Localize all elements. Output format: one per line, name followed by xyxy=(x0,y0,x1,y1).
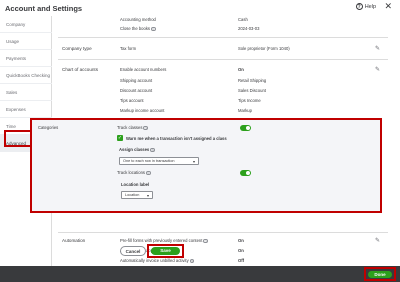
done-highlight-box: Done xyxy=(364,267,396,281)
chart-of-accounts-title: Chart of accounts xyxy=(62,67,99,72)
cancel-button[interactable]: Cancel xyxy=(120,246,146,256)
help-link[interactable]: ? Help xyxy=(355,3,376,10)
info-icon: ? xyxy=(189,258,195,264)
save-highlight-box: Save xyxy=(147,244,184,258)
automation-row-value: On xyxy=(238,248,244,253)
chevron-down-icon: ▾ xyxy=(192,159,195,164)
dialog-footer: Done xyxy=(0,266,400,282)
done-button[interactable]: Done xyxy=(368,270,392,278)
close-books-value: 2024-03-03 xyxy=(238,26,260,31)
coa-row-value: Tips Income xyxy=(238,98,261,103)
close-books-label: Close the books? xyxy=(120,26,156,32)
track-locations-label: Track locations? xyxy=(117,170,151,176)
tax-form-label: Tax form xyxy=(120,46,137,51)
edit-automation-icon[interactable]: ✎ xyxy=(375,237,380,244)
company-type-title: Company type xyxy=(62,46,92,51)
tax-form-value: Sole proprietor (Form 1040) xyxy=(238,46,290,51)
help-label: Help xyxy=(364,3,376,10)
edit-company-type-icon[interactable]: ✎ xyxy=(375,45,380,52)
divider xyxy=(58,59,388,60)
location-label-value: Location xyxy=(125,193,140,197)
info-icon: ? xyxy=(203,238,208,244)
coa-row-value: Sales Discount xyxy=(238,88,266,93)
assign-classes-select[interactable]: One to each row in transaction ▾ xyxy=(119,157,199,165)
coa-row-value: On xyxy=(238,67,244,72)
automation-row-value: On xyxy=(238,238,244,243)
divider xyxy=(58,232,388,233)
info-icon: ? xyxy=(151,26,156,32)
info-icon: ? xyxy=(150,147,155,153)
info-icon: ? xyxy=(146,170,151,176)
track-classes-toggle[interactable] xyxy=(240,125,251,131)
assign-classes-value: One to each row in transaction xyxy=(123,159,175,163)
warn-checkbox[interactable]: ✓ xyxy=(117,135,123,141)
sidebar-item-company[interactable]: Company xyxy=(0,16,52,33)
location-label-select[interactable]: Location ▾ xyxy=(121,191,153,199)
automation-row-label: Pre-fill forms with previously entered c… xyxy=(120,238,208,244)
sidebar-item-quickbooks-checking[interactable]: QuickBooks Checking xyxy=(0,67,52,84)
accounting-method-label: Accounting method xyxy=(120,17,156,22)
accounting-method-value: Cash xyxy=(238,17,248,22)
location-label-title: Location label xyxy=(121,182,150,187)
sidebar-item-expenses[interactable]: Expenses xyxy=(0,101,52,118)
coa-row-label: Markup income account xyxy=(120,108,165,113)
help-icon: ? xyxy=(355,3,363,10)
coa-row-value: Retail Shipping xyxy=(238,78,267,83)
automation-title: Automation xyxy=(62,238,86,243)
dialog-header: Account and Settings ? Help ✕ xyxy=(0,0,400,16)
sidebar-item-usage[interactable]: Usage xyxy=(0,33,52,50)
automation-row-value: Off xyxy=(238,258,245,263)
coa-row-label: Enable account numbers xyxy=(120,67,167,72)
divider xyxy=(58,37,388,38)
categories-title: Categories xyxy=(38,125,59,130)
coa-row-label: Shipping account xyxy=(120,78,153,83)
track-classes-label: Track classes? xyxy=(117,125,148,131)
edit-chart-of-accounts-icon[interactable]: ✎ xyxy=(375,66,380,73)
track-locations-toggle[interactable] xyxy=(240,170,251,176)
chevron-down-icon: ▾ xyxy=(146,193,149,198)
automation-row-label: Automatically invoice unbilled activity? xyxy=(120,258,195,264)
save-button[interactable]: Save xyxy=(151,247,180,255)
close-icon[interactable]: ✕ xyxy=(384,2,392,11)
settings-dialog: Account and Settings ? Help ✕ Company Us… xyxy=(0,0,400,282)
sidebar-item-payments[interactable]: Payments xyxy=(0,50,52,67)
sidebar-item-sales[interactable]: Sales xyxy=(0,84,52,101)
coa-row-label: Discount account xyxy=(120,88,153,93)
warn-label: Warn me when a transaction isn't assigne… xyxy=(126,136,227,141)
info-icon: ? xyxy=(143,125,148,131)
assign-classes-label: Assign classes? xyxy=(119,147,155,153)
coa-row-value: Markup xyxy=(238,108,252,113)
coa-row-label: Tips account xyxy=(120,98,144,103)
dialog-title: Account and Settings xyxy=(5,4,83,13)
categories-section: Categories Track classes? ✓ Warn me when… xyxy=(30,118,382,213)
